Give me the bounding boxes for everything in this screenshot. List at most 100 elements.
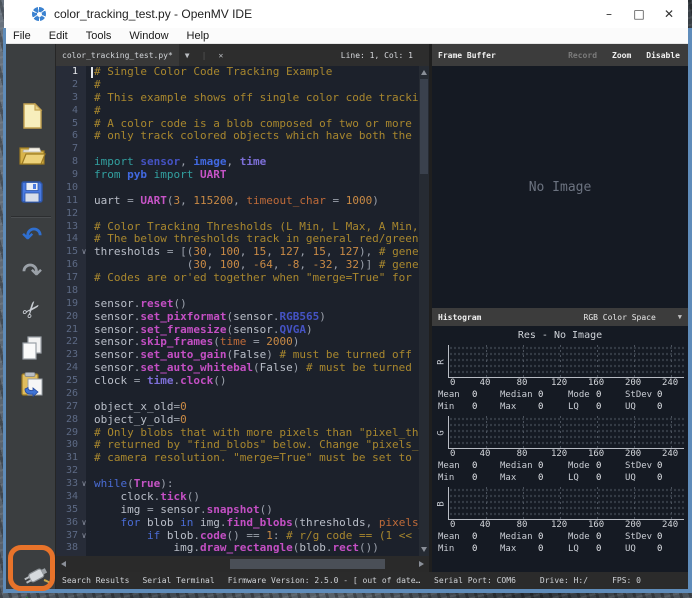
- open-file-button[interactable]: [18, 140, 46, 168]
- gridline: [597, 345, 599, 377]
- histogram-plot-b: [448, 487, 684, 520]
- menu-item-help[interactable]: Help: [178, 29, 219, 43]
- fold-marker-icon[interactable]: ∨: [78, 478, 90, 491]
- stat-value: 0: [538, 402, 544, 412]
- color-space-select[interactable]: RGB Color Space ▼: [584, 313, 688, 322]
- fold-gutter: [78, 79, 90, 92]
- code-line: 17 # Codes are or'ed together when "merge…: [56, 272, 429, 285]
- close-button[interactable]: ✕: [654, 2, 684, 26]
- stat-label: StDev: [625, 461, 653, 471]
- status-search-results[interactable]: Search Results: [62, 576, 129, 585]
- histogram-title: Histogram: [438, 312, 482, 322]
- code-text: sensor.skip_frames(time = 2000): [94, 336, 300, 349]
- code-line: 21 sensor.set_framesize(sensor.QVGA): [56, 324, 429, 337]
- gridline: [671, 487, 673, 519]
- stat-label: Max: [500, 544, 517, 554]
- code-text: clock.tick(): [120, 490, 201, 503]
- save-file-button[interactable]: [18, 178, 46, 206]
- code-line: 13 # Color Tracking Thresholds (L Min, L …: [56, 221, 429, 234]
- fold-marker-icon[interactable]: ∨: [78, 246, 90, 259]
- paste-button[interactable]: [18, 370, 46, 398]
- line-number: 10: [65, 181, 78, 193]
- stat-value: 0: [538, 473, 544, 483]
- stats-row: Mean 0 Median 0 Mode 0 StDev 0: [432, 532, 688, 544]
- redo-button[interactable]: ↷: [18, 258, 46, 286]
- x-axis-ticks: 0 40 80 120 160 200 240: [448, 378, 684, 390]
- frame-buffer-disable-button[interactable]: Disable: [646, 51, 680, 60]
- cut-button[interactable]: ✂: [12, 290, 51, 329]
- tab-dropdown-icon[interactable]: ▼: [179, 51, 196, 60]
- line-number: 14: [65, 233, 78, 245]
- scroll-right-icon[interactable]: [419, 561, 424, 567]
- scroll-up-icon[interactable]: [421, 70, 427, 75]
- undo-button[interactable]: ↶: [18, 222, 46, 250]
- status-firmware-version-2-5-0-o[interactable]: Firmware Version: 2.5.0 - [ out of date…: [228, 576, 421, 585]
- maximize-button[interactable]: □: [624, 2, 654, 26]
- line-number: 26: [65, 387, 78, 399]
- menu-bar: File Edit Tools Window Help: [4, 28, 688, 44]
- stat-value: 0: [657, 473, 663, 483]
- vscroll-thumb[interactable]: [420, 79, 428, 174]
- minimize-button[interactable]: –: [594, 2, 624, 26]
- frame-buffer-zoom-button[interactable]: Zoom: [612, 51, 631, 60]
- new-file-button[interactable]: [18, 102, 46, 130]
- hscroll-thumb[interactable]: [230, 559, 385, 569]
- menu-item-edit[interactable]: Edit: [40, 29, 77, 43]
- tick-label: 40: [479, 520, 491, 530]
- menu-item-file[interactable]: File: [4, 29, 40, 43]
- histogram-chart-g: G 0 40 80 120 160 200 240 Mean 0 Median 0 Mode 0 StDev…: [432, 416, 688, 485]
- copy-button[interactable]: [18, 334, 46, 362]
- fold-gutter: [78, 105, 90, 118]
- fold-marker-icon[interactable]: ∨: [78, 530, 90, 543]
- status-serial-terminal[interactable]: Serial Terminal: [142, 576, 214, 585]
- code-line: 25 clock = time.clock(): [56, 375, 429, 388]
- fold-gutter: [78, 92, 90, 105]
- tick-label: 0: [450, 520, 456, 530]
- code-line: 8 import sensor, image, time: [56, 156, 429, 169]
- fold-gutter: [78, 233, 90, 246]
- color-space-value: RGB Color Space: [583, 312, 656, 322]
- tab-close-icon[interactable]: ✕: [212, 51, 229, 60]
- tab-color-tracking-test[interactable]: color_tracking_test.py*: [56, 44, 179, 66]
- editor-horizontal-scrollbar[interactable]: [56, 556, 429, 572]
- scroll-down-icon[interactable]: [421, 547, 427, 552]
- stat-label: Max: [500, 473, 517, 483]
- gridline: [634, 487, 636, 519]
- line-number: 37: [65, 529, 78, 541]
- fold-gutter: [78, 118, 90, 131]
- stat-label: Min: [438, 402, 455, 412]
- fold-gutter: [78, 208, 90, 221]
- frame-buffer-view: No Image: [432, 66, 688, 308]
- fold-gutter: [78, 143, 90, 156]
- code-text: from pyb import UART: [94, 169, 227, 181]
- stat-label: Mode: [568, 461, 590, 471]
- stat-mean: Mean 0: [438, 390, 500, 402]
- axis-label-g: G: [436, 429, 447, 436]
- code-text: # A color code is a blob composed of two…: [94, 117, 429, 130]
- code-line: 36 ∨ for blob in img.find_blobs(threshold…: [56, 517, 429, 530]
- stat-value: 0: [596, 390, 602, 400]
- code-editor[interactable]: 1 # Single Color Code Tracking Example 2 #3…: [56, 66, 429, 556]
- stat-max: Max 0: [500, 544, 568, 556]
- scroll-left-icon[interactable]: [61, 561, 66, 567]
- tab-bar: color_tracking_test.py* ▼ | ✕ Line: 1, C…: [56, 44, 429, 66]
- fold-gutter: [78, 362, 90, 375]
- axis-label-r: R: [436, 358, 447, 365]
- menu-item-tools[interactable]: Tools: [77, 29, 121, 43]
- stat-label: UQ: [625, 402, 636, 412]
- line-number: 17: [65, 272, 78, 283]
- menu-item-window[interactable]: Window: [120, 29, 177, 43]
- stat-stdev: StDev 0: [625, 532, 685, 544]
- tick-label: 120: [550, 520, 568, 530]
- editor-vertical-scrollbar[interactable]: [419, 66, 429, 556]
- code-text: clock = time.clock(): [94, 375, 227, 387]
- stat-median: Median 0: [500, 532, 568, 544]
- fold-gutter: [78, 465, 90, 478]
- fold-marker-icon[interactable]: ∨: [78, 517, 90, 530]
- stat-median: Median 0: [500, 390, 568, 402]
- redo-icon: ↷: [21, 258, 43, 286]
- code-text: #: [94, 104, 101, 117]
- code-line: 28 object_y_old=0: [56, 414, 429, 427]
